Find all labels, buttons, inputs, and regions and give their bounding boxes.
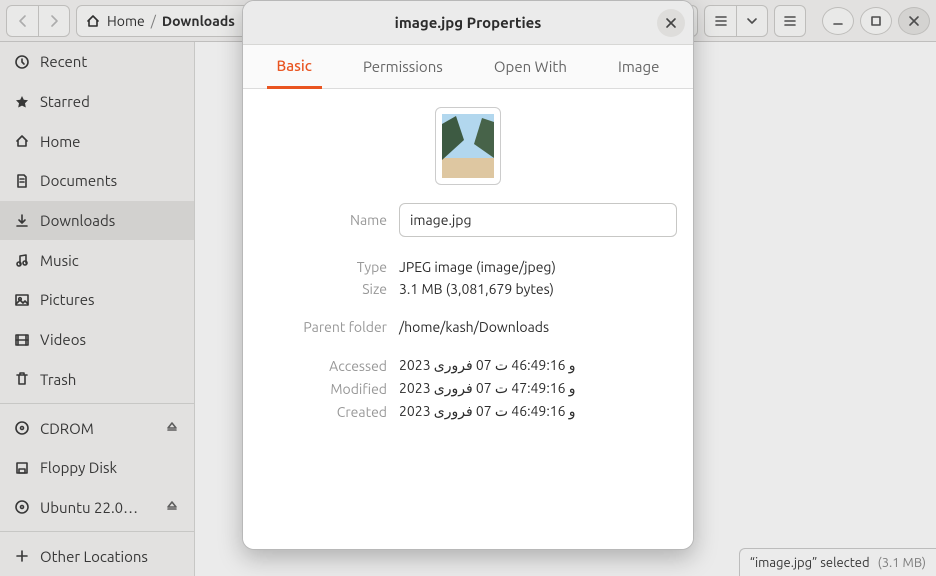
- row-parent: Parent folder /home/kash/Downloads: [259, 319, 677, 335]
- dialog-tabs: Basic Permissions Open With Image: [243, 45, 693, 89]
- name-input[interactable]: [399, 203, 677, 237]
- tab-permissions[interactable]: Permissions: [353, 45, 453, 88]
- tab-image[interactable]: Image: [608, 45, 669, 88]
- row-name: Name: [259, 203, 677, 237]
- tab-open-with[interactable]: Open With: [484, 45, 577, 88]
- value-type: JPEG image (image/jpeg): [399, 259, 677, 275]
- row-created: Created و 46:49:16 ت 07 فروری 2023: [259, 403, 677, 420]
- label-size: Size: [259, 281, 399, 297]
- row-size: Size 3.1 MB (3,081,679 bytes): [259, 281, 677, 297]
- label-modified: Modified: [259, 381, 399, 397]
- label-name: Name: [259, 212, 399, 228]
- row-accessed: Accessed و 46:49:16 ت 07 فروری 2023: [259, 357, 677, 374]
- dialog-title: image.jpg Properties: [395, 14, 542, 31]
- thumbnail-wrap: [259, 107, 677, 185]
- dialog-close-button[interactable]: [657, 9, 685, 37]
- label-parent: Parent folder: [259, 319, 399, 335]
- close-icon: [663, 15, 679, 31]
- row-modified: Modified و 47:49:16 ت 07 فروری 2023: [259, 380, 677, 397]
- tab-basic[interactable]: Basic: [267, 46, 322, 89]
- photo-thumb-icon: [442, 114, 494, 178]
- label-created: Created: [259, 404, 399, 420]
- label-type: Type: [259, 259, 399, 275]
- file-thumbnail: [435, 107, 501, 185]
- dialog-body: Name Type JPEG image (image/jpeg) Size 3…: [243, 89, 693, 549]
- dialog-titlebar: image.jpg Properties: [243, 1, 693, 45]
- value-created: و 46:49:16 ت 07 فروری 2023: [399, 403, 677, 420]
- label-accessed: Accessed: [259, 358, 399, 374]
- value-modified: و 47:49:16 ت 07 فروری 2023: [399, 380, 677, 397]
- value-parent: /home/kash/Downloads: [399, 319, 677, 335]
- value-accessed: و 46:49:16 ت 07 فروری 2023: [399, 357, 677, 374]
- row-type: Type JPEG image (image/jpeg): [259, 259, 677, 275]
- value-size: 3.1 MB (3,081,679 bytes): [399, 281, 677, 297]
- properties-dialog: image.jpg Properties Basic Permissions O…: [242, 0, 694, 550]
